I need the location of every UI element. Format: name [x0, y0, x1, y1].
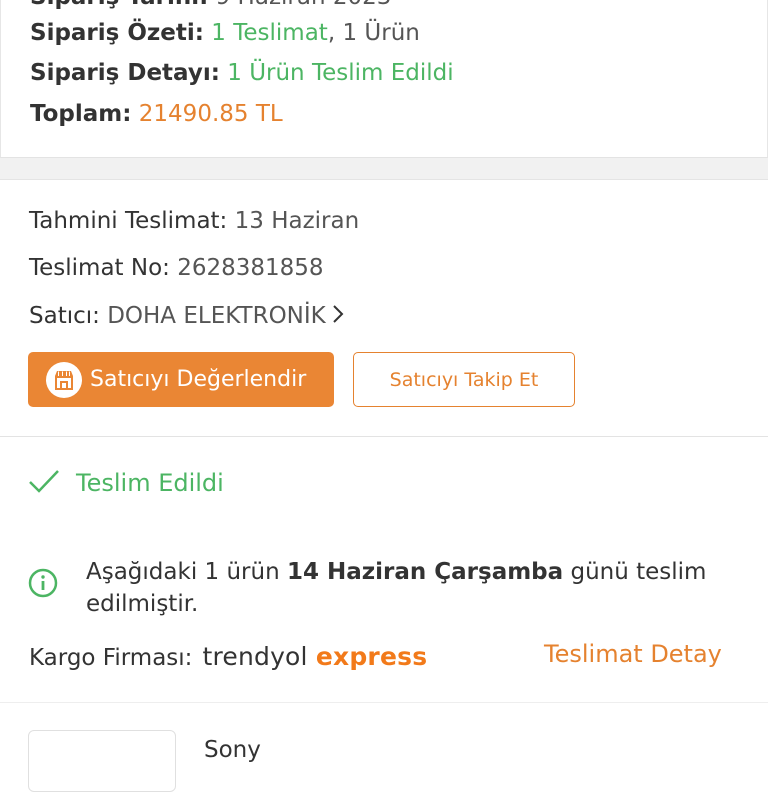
order-date-label: Sipariş Tarihi:	[30, 0, 208, 10]
order-detail-row: Sipariş Detayı: 1 Ürün Teslim Edildi	[30, 60, 454, 86]
rate-seller-label: Satıcıyı Değerlendir	[90, 367, 307, 392]
order-summary-separator: ,	[327, 20, 336, 46]
cargo-brand-logo: trendyol express	[202, 642, 427, 671]
order-summary-card: Sipariş Tarihi: 9 Haziran 2023 Sipariş Ö…	[0, 0, 768, 158]
delivery-info: Aşağıdaki 1 ürün 14 Haziran Çarşamba gün…	[28, 556, 728, 620]
section-gap	[0, 158, 768, 180]
order-date-row: Sipariş Tarihi: 9 Haziran 2023	[30, 0, 391, 10]
estimated-delivery-row: Tahmini Teslimat: 13 Haziran	[29, 208, 359, 234]
delivery-detail-link[interactable]: Teslimat Detay	[544, 640, 722, 668]
order-date-value: 9 Haziran 2023	[216, 0, 392, 10]
info-text-part1: Aşağıdaki 1 ürün	[86, 559, 287, 585]
divider	[0, 436, 768, 437]
order-total-label: Toplam:	[30, 101, 132, 127]
delivery-number-label: Teslimat No:	[29, 255, 170, 281]
seller-link[interactable]: Satıcı: DOHA ELEKTRONİK	[29, 303, 344, 330]
seller-label: Satıcı:	[29, 303, 100, 329]
info-text-date: 14 Haziran Çarşamba	[286, 559, 564, 585]
cargo-brand-part2: express	[315, 642, 428, 671]
product-brand: Sony	[204, 737, 261, 763]
delivery-status: Teslim Edildi	[28, 468, 224, 498]
order-summary-label: Sipariş Özeti:	[30, 20, 204, 46]
delivery-info-text: Aşağıdaki 1 ürün 14 Haziran Çarşamba gün…	[86, 556, 728, 620]
delivery-status-label: Teslim Edildi	[76, 469, 224, 497]
estimated-delivery-value: 13 Haziran	[234, 208, 360, 234]
estimated-delivery-label: Tahmini Teslimat:	[29, 208, 228, 234]
divider	[0, 702, 768, 703]
product-image[interactable]	[28, 730, 176, 792]
follow-seller-button[interactable]: Satıcıyı Takip Et	[353, 352, 575, 407]
order-summary-delivery: 1 Teslimat	[211, 20, 328, 46]
info-icon	[28, 568, 58, 598]
delivery-number-value: 2628381858	[177, 255, 324, 281]
order-detail-label: Sipariş Detayı:	[30, 60, 220, 86]
chevron-right-icon	[332, 304, 344, 330]
cargo-brand-part1: trendyol	[202, 642, 308, 671]
order-summary-items: 1 Ürün	[342, 20, 420, 46]
order-summary-row: Sipariş Özeti: 1 Teslimat, 1 Ürün	[30, 20, 420, 46]
order-total-row: Toplam: 21490.85 TL	[30, 101, 283, 127]
order-detail-value: 1 Ürün Teslim Edildi	[227, 60, 454, 86]
rate-seller-button[interactable]: Satıcıyı Değerlendir	[28, 352, 334, 407]
cargo-label: Kargo Firması:	[29, 645, 193, 671]
cargo-row: Kargo Firması: trendyol express	[29, 642, 427, 671]
delivery-number-row: Teslimat No: 2628381858	[29, 255, 324, 281]
store-icon	[46, 361, 82, 398]
checkmark-icon	[28, 468, 60, 498]
order-total-value: 21490.85 TL	[138, 101, 283, 127]
seller-name: DOHA ELEKTRONİK	[107, 303, 326, 329]
